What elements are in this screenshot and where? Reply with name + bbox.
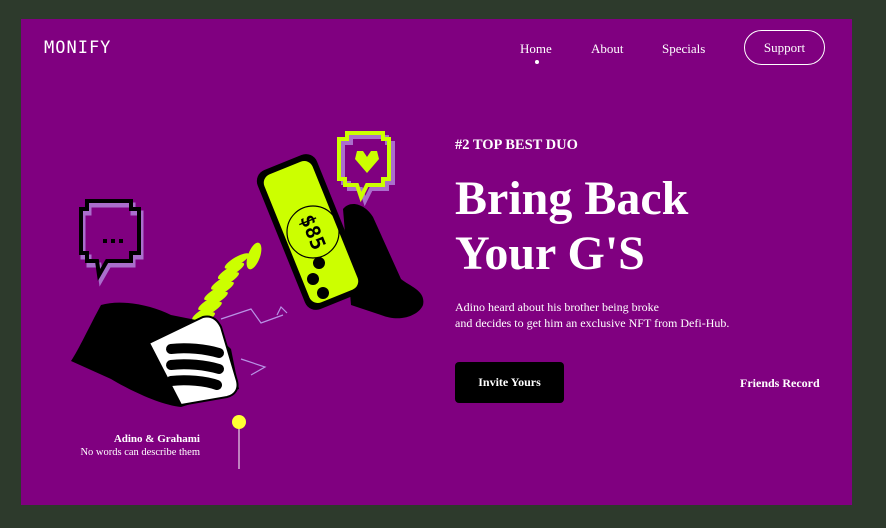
headline-line-1: Bring Back <box>455 172 689 225</box>
support-button[interactable]: Support <box>744 30 825 65</box>
friends-record-link[interactable]: Friends Record <box>740 376 820 391</box>
hero-headline: Bring Back Your G'S <box>455 171 688 281</box>
hero-eyebrow: #2 TOP BEST DUO <box>455 137 578 153</box>
illustration-caption-name: Adino & Grahami <box>113 433 200 445</box>
pin-marker-icon <box>232 415 246 469</box>
hero-frame: MONIFY Home About Specials Support $85 A… <box>21 19 852 505</box>
hero-illustration: $85 <box>71 131 424 469</box>
illustration-caption-sub: No words can describe them <box>80 447 200 458</box>
nav-about[interactable]: About <box>591 41 624 57</box>
chat-bubble-icon <box>79 199 144 287</box>
hand-with-phone-icon <box>71 302 239 407</box>
nav-home[interactable]: Home <box>520 41 552 57</box>
description-line-2: and decides to get him an exclusive NFT … <box>455 316 730 330</box>
top-nav: Home About Specials <box>21 41 852 71</box>
invite-yours-button[interactable]: Invite Yours <box>455 362 564 403</box>
headline-line-2: Your G'S <box>455 227 645 280</box>
active-indicator-dot <box>535 60 539 64</box>
nav-specials[interactable]: Specials <box>662 41 705 57</box>
hero-description: Adino heard about his brother being brok… <box>455 299 729 331</box>
description-line-1: Adino heard about his brother being brok… <box>455 300 659 314</box>
heart-bubble-icon <box>337 131 395 207</box>
